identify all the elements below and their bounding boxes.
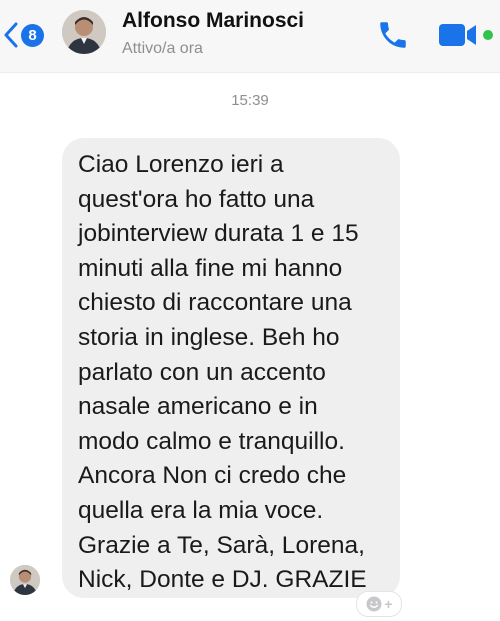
chat-header: 8 Alfonso Marinosci Attivo/a ora	[0, 0, 500, 73]
message-text: Ciao Lorenzo ieri a quest'ora ho fatto u…	[78, 148, 386, 598]
contact-status: Attivo/a ora	[122, 40, 203, 57]
message-bubble[interactable]: Ciao Lorenzo ieri a quest'ora ho fatto u…	[62, 138, 400, 598]
message-line: Ancora Non ci credo che	[78, 462, 347, 490]
call-button[interactable]	[376, 18, 410, 52]
message-line: Nick, Donte e DJ. GRAZIE	[78, 566, 367, 594]
online-status-dot	[483, 30, 493, 40]
sender-avatar[interactable]	[10, 565, 40, 595]
avatar-image	[10, 565, 40, 595]
message-line: jobinterview durata 1 e 15	[78, 220, 359, 248]
chevron-left-icon	[4, 22, 18, 48]
message-line: quest'ora ho fatto una	[78, 185, 315, 213]
smiley-icon	[366, 596, 382, 612]
add-reaction-button[interactable]: +	[356, 591, 402, 617]
message-line: nasale americano e in	[78, 393, 318, 421]
message-line: modo calmo e tranquillo.	[78, 427, 345, 455]
phone-icon	[380, 22, 406, 48]
contact-avatar[interactable]	[62, 10, 106, 54]
unread-count-badge: 8	[21, 23, 44, 47]
message-line: Grazie a Te, Sarà, Lorena,	[78, 531, 365, 559]
message-line: storia in inglese. Beh ho	[78, 323, 340, 351]
avatar-image	[62, 10, 106, 54]
plus-icon: +	[384, 596, 393, 612]
message-line: quella era la mia voce.	[78, 496, 324, 524]
message-timestamp: 15:39	[231, 92, 269, 109]
message-line: chiesto di raccontare una	[78, 289, 352, 317]
video-camera-icon	[439, 24, 476, 46]
video-call-button[interactable]	[438, 22, 478, 48]
contact-name[interactable]: Alfonso Marinosci	[122, 9, 304, 33]
back-button[interactable]: 8	[4, 17, 50, 53]
message-line: Ciao Lorenzo ieri a	[78, 151, 284, 178]
message-line: minuti alla fine mi hanno	[78, 254, 343, 282]
chat-screen: 8 Alfonso Marinosci Attivo/a ora 15:39 C…	[0, 0, 500, 621]
message-line: parlato con un accento	[78, 358, 326, 386]
